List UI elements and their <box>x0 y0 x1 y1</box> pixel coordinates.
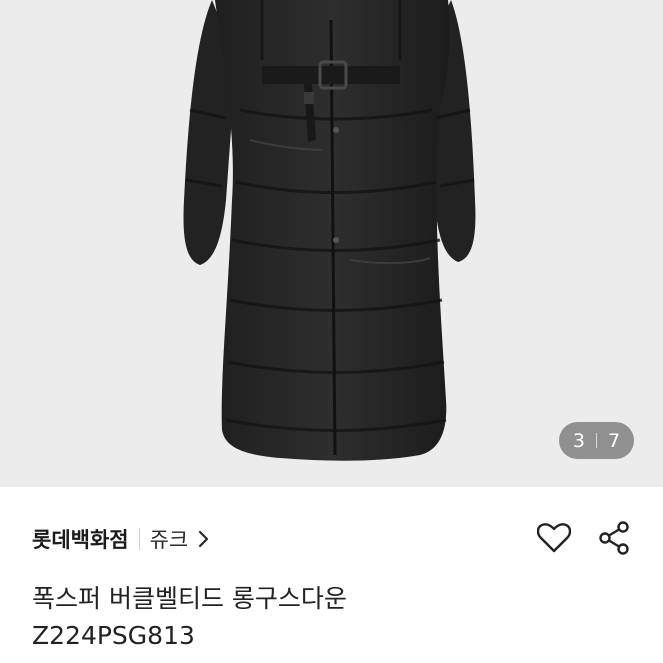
product-title: 폭스퍼 버클벨티드 롱구스다운 <box>32 584 347 613</box>
breadcrumb-divider <box>138 528 140 550</box>
share-icon[interactable] <box>597 521 631 555</box>
heart-icon[interactable] <box>537 521 571 555</box>
product-code: Z224PSG813 <box>32 621 195 650</box>
brand-link[interactable]: 쥬크 <box>150 524 189 554</box>
chevron-right-icon[interactable] <box>198 530 210 548</box>
coat-photo <box>183 0 476 461</box>
brand-breadcrumb: 롯데백화점 쥬크 <box>32 523 210 555</box>
page-current: 3 <box>572 429 585 452</box>
page-indicator: 3 7 <box>559 422 634 459</box>
product-info-section: 롯데백화점 쥬크 폭스퍼 버클벨티드 롱구스다운 Z224PSG813 <box>0 487 663 663</box>
product-image-carousel[interactable]: 3 7 <box>0 0 663 487</box>
product-actions <box>537 521 631 555</box>
page-total: 7 <box>608 429 621 452</box>
store-name[interactable]: 롯데백화점 <box>32 524 129 554</box>
page-separator <box>596 433 597 448</box>
